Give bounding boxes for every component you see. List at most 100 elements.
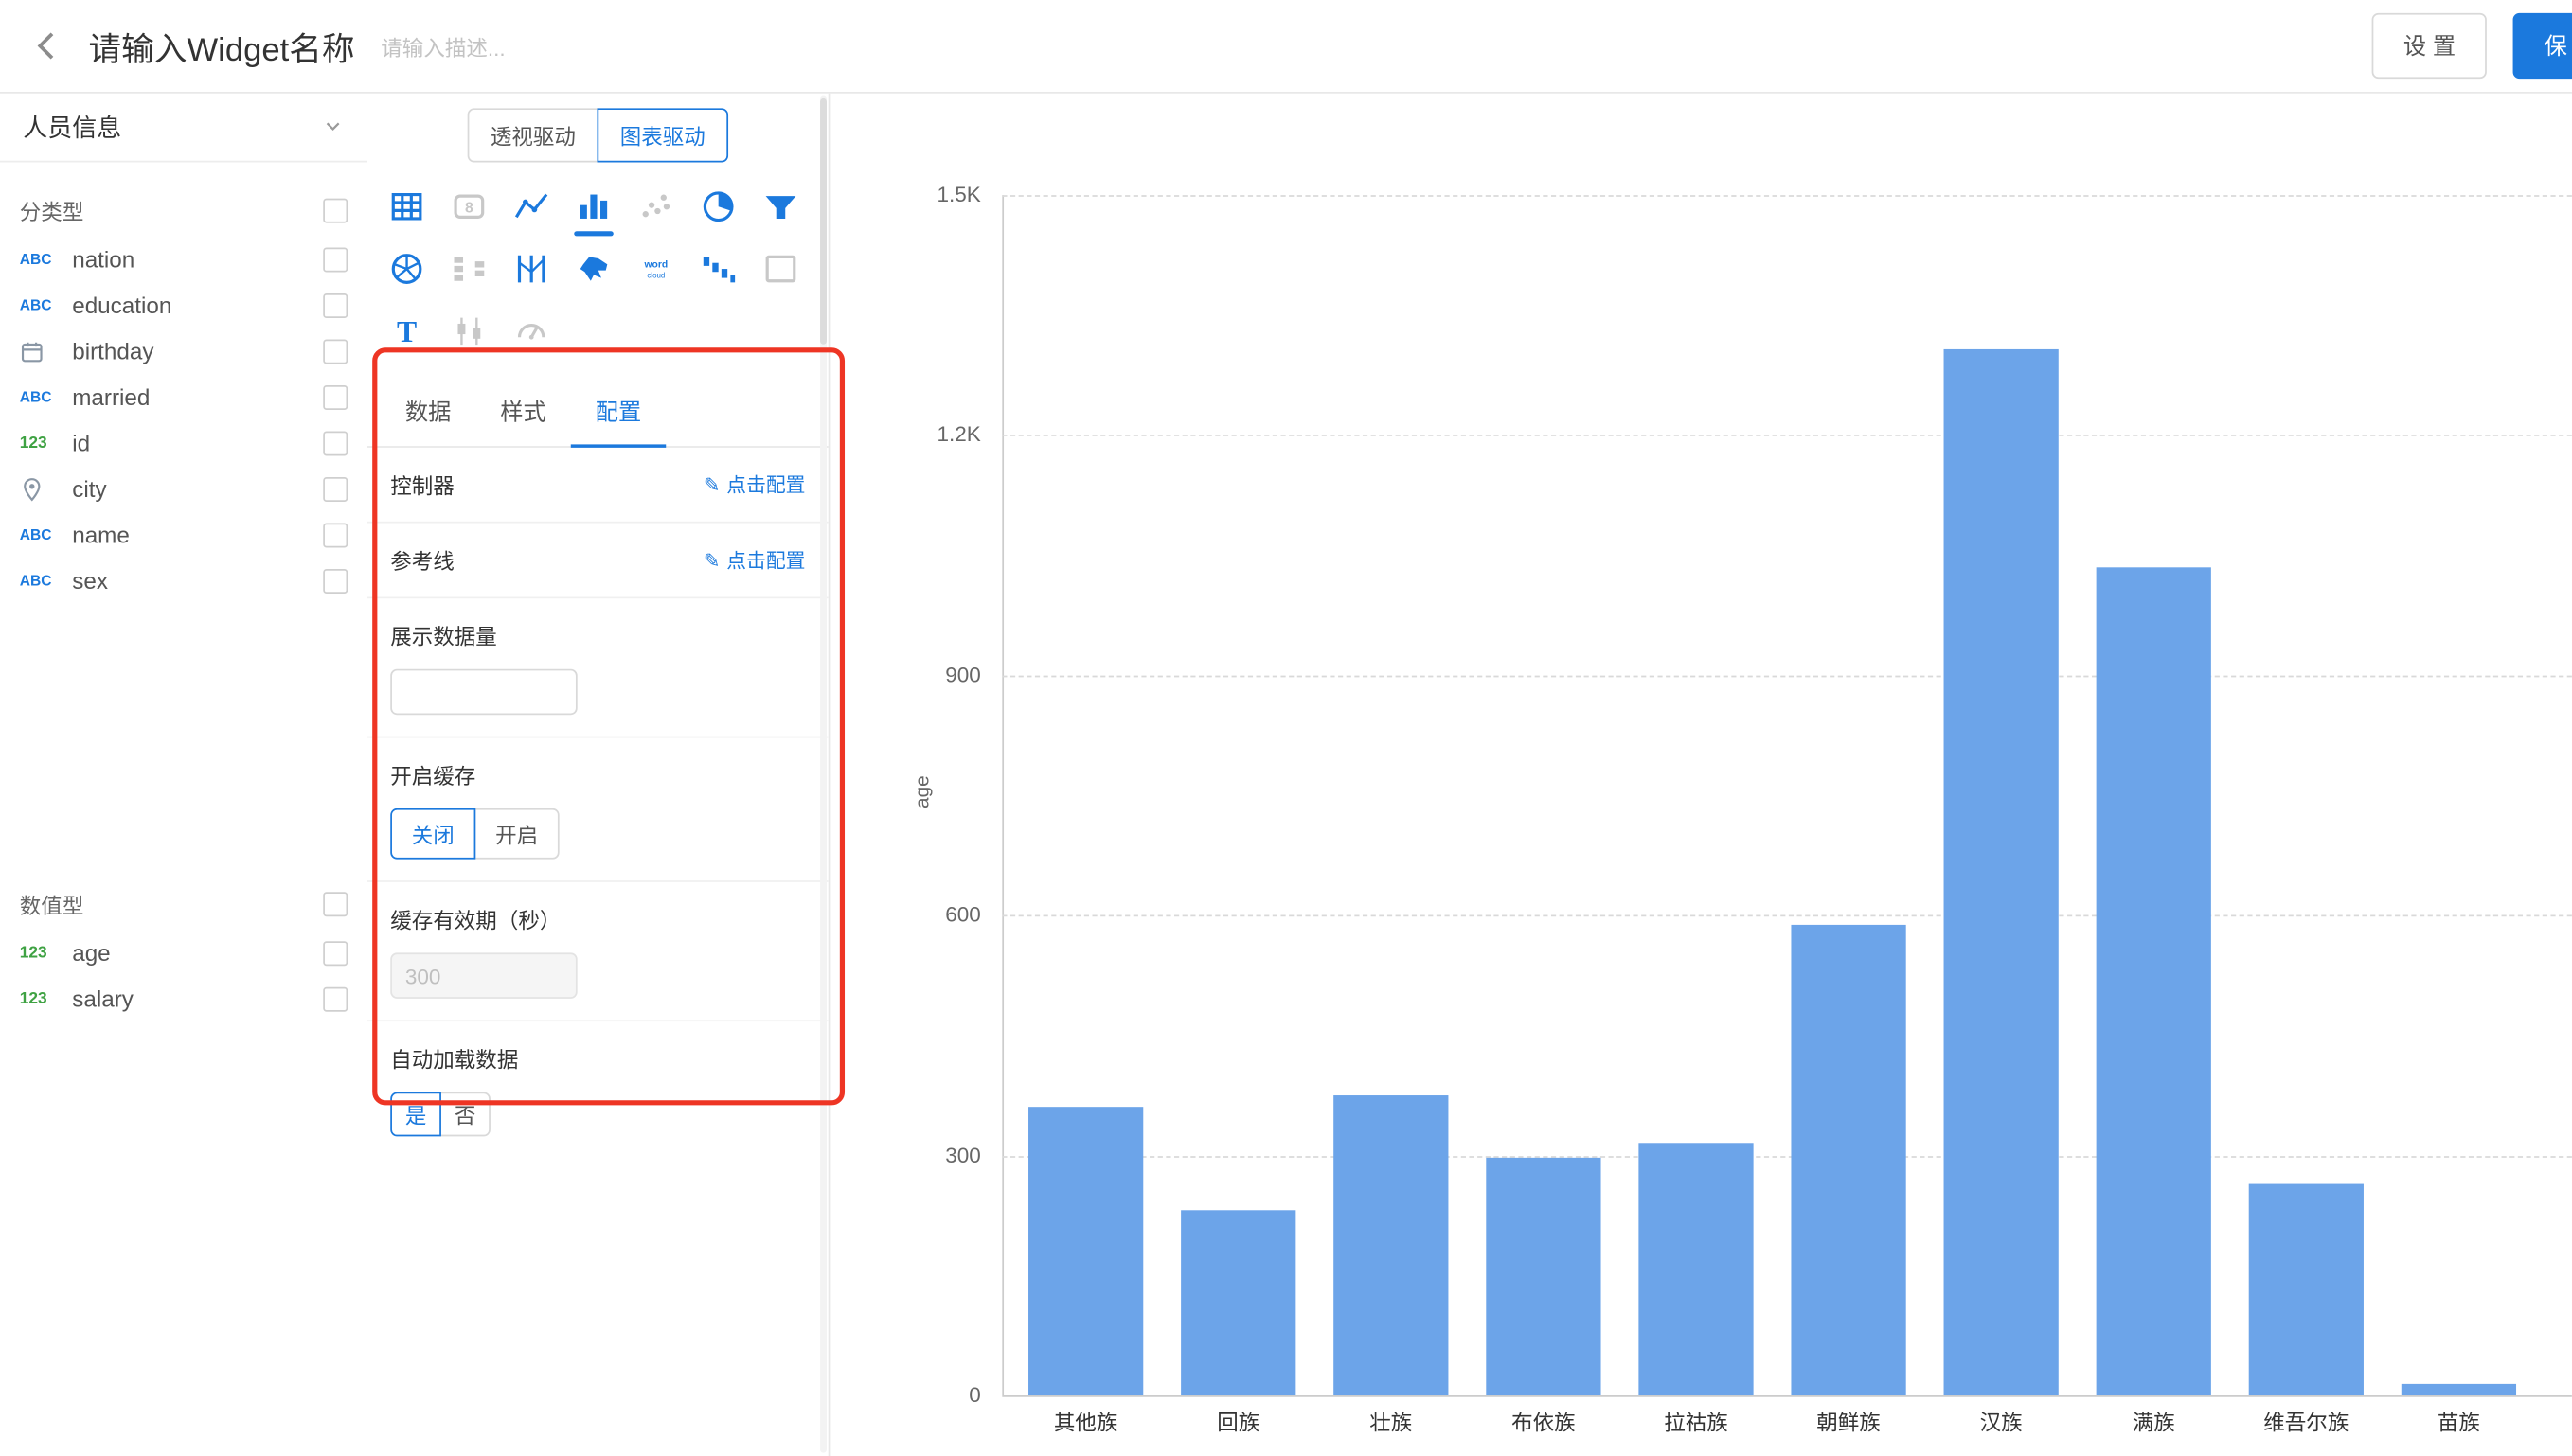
rose-chart-icon[interactable] — [376, 238, 438, 300]
map-icon[interactable] — [563, 238, 625, 300]
table-icon[interactable] — [376, 175, 438, 238]
cache-row: 开启缓存 关闭 开启 — [367, 737, 829, 881]
numeric-type-icon: 123 — [20, 989, 72, 1007]
section-checkbox[interactable] — [323, 892, 348, 916]
widget-name-input[interactable]: 请输入Widget名称 — [89, 22, 355, 69]
candlestick-icon[interactable] — [438, 300, 500, 363]
field-item-education[interactable]: ABCeducation — [0, 282, 367, 328]
bar-chart-icon[interactable] — [563, 175, 625, 238]
data-limit-input[interactable] — [390, 669, 577, 715]
tab-样式[interactable]: 样式 — [475, 379, 570, 448]
field-name: city — [72, 475, 323, 502]
field-name: salary — [72, 985, 323, 1012]
field-checkbox[interactable] — [323, 940, 348, 965]
funnel-icon[interactable] — [750, 175, 813, 238]
bar-其他族[interactable] — [1028, 1107, 1143, 1395]
chart-type-grid: 8 word cloud T — [367, 162, 829, 365]
gridline — [1002, 195, 2572, 197]
bar-汉族[interactable] — [1944, 349, 2059, 1395]
tab-数据[interactable]: 数据 — [381, 379, 475, 448]
field-item-name[interactable]: ABCname — [0, 511, 367, 557]
bar-满族[interactable] — [2097, 567, 2211, 1395]
y-tick-label: 600 — [879, 902, 980, 927]
x-tick-label: 回族 — [1163, 1405, 1313, 1436]
bar-拉祜族[interactable] — [1638, 1143, 1753, 1395]
topbar: 请输入Widget名称 请输入描述... 设 置 保 存 — [0, 0, 2572, 94]
sankey-icon[interactable] — [438, 238, 500, 300]
scrollbar[interactable] — [820, 95, 827, 1452]
save-button[interactable]: 保 存 — [2513, 13, 2572, 79]
field-checkbox[interactable] — [323, 293, 348, 317]
section-checkbox[interactable] — [323, 199, 348, 223]
x-tick-label: 布依族 — [1468, 1405, 1618, 1436]
dataset-selector[interactable]: 人员信息 — [0, 92, 367, 162]
drive-mode-toggle: 透视驱动 图表驱动 — [367, 108, 829, 162]
reference-line-configure-link[interactable]: ✎ 点击配置 — [704, 546, 806, 574]
field-name: nation — [72, 246, 323, 273]
bar-维吾尔族[interactable] — [2249, 1184, 2364, 1395]
gridline — [1002, 675, 2572, 677]
back-button[interactable] — [27, 25, 69, 67]
tab-配置[interactable]: 配置 — [571, 379, 666, 448]
cache-off-button[interactable]: 关闭 — [390, 808, 475, 860]
bar-朝鲜族[interactable] — [1791, 925, 1905, 1395]
reference-line-row: 参考线 ✎ 点击配置 — [367, 524, 829, 599]
screenshot-viewport: 请输入Widget名称 请输入描述... 设 置 保 存 人员信息 分类型ABC… — [0, 0, 2572, 1456]
x-tick-label: 壮族 — [1315, 1405, 1466, 1436]
abc-type-icon: ABC — [20, 389, 72, 405]
waterfall-icon[interactable] — [688, 238, 750, 300]
scorecard-icon[interactable]: 8 — [438, 175, 500, 238]
field-name: age — [72, 939, 323, 966]
settings-button[interactable]: 设 置 — [2372, 13, 2487, 79]
line-chart-icon[interactable] — [500, 175, 563, 238]
widget-description-input[interactable]: 请输入描述... — [381, 30, 505, 62]
x-tick-label: 满族 — [2079, 1405, 2229, 1436]
bar-回族[interactable] — [1181, 1210, 1295, 1395]
chevron-down-icon — [321, 115, 344, 137]
field-checkbox[interactable] — [323, 986, 348, 1011]
svg-text:word: word — [644, 259, 669, 270]
config-body: 控制器 ✎ 点击配置 参考线 ✎ 点击配置 展示数据量 开启缓存 — [367, 448, 829, 1158]
iframe-icon[interactable] — [750, 238, 813, 300]
field-item-birthday[interactable]: birthday — [0, 328, 367, 373]
scrollbar-thumb[interactable] — [820, 98, 827, 345]
gauge-icon[interactable] — [500, 300, 563, 363]
gridline — [1002, 1155, 2572, 1157]
field-section: 分类型ABCnationABCeducationbirthdayABCmarri… — [0, 186, 367, 604]
scatter-icon[interactable] — [625, 175, 688, 238]
autoload-yes-button[interactable]: 是 — [390, 1092, 441, 1137]
pivot-drive-button[interactable]: 透视驱动 — [468, 108, 599, 162]
bar-苗族[interactable] — [2402, 1384, 2516, 1395]
bar-布依族[interactable] — [1486, 1158, 1600, 1395]
field-checkbox[interactable] — [323, 384, 348, 409]
field-item-age[interactable]: 123age — [0, 930, 367, 975]
field-item-id[interactable]: 123id — [0, 419, 367, 465]
abc-type-icon: ABC — [20, 573, 72, 589]
pie-chart-icon[interactable] — [688, 175, 750, 238]
wordcloud-icon[interactable]: word cloud — [625, 238, 688, 300]
field-checkbox[interactable] — [323, 431, 348, 455]
chart-drive-button[interactable]: 图表驱动 — [597, 108, 728, 162]
controller-configure-link[interactable]: ✎ 点击配置 — [704, 471, 806, 498]
field-checkbox[interactable] — [323, 568, 348, 593]
field-item-married[interactable]: ABCmarried — [0, 374, 367, 419]
field-item-nation[interactable]: ABCnation — [0, 236, 367, 281]
field-item-city[interactable]: city — [0, 466, 367, 511]
text-icon[interactable]: T — [376, 300, 438, 363]
field-checkbox[interactable] — [323, 476, 348, 501]
autoload-row: 自动加载数据 是 否 — [367, 1021, 829, 1158]
field-item-salary[interactable]: 123salary — [0, 976, 367, 1021]
pencil-icon: ✎ — [704, 548, 720, 571]
field-checkbox[interactable] — [323, 523, 348, 547]
svg-text:cloud: cloud — [647, 272, 665, 280]
autoload-no-button[interactable]: 否 — [439, 1092, 491, 1137]
field-checkbox[interactable] — [323, 247, 348, 272]
field-name: education — [72, 292, 323, 318]
field-checkbox[interactable] — [323, 339, 348, 364]
field-item-sex[interactable]: ABCsex — [0, 558, 367, 603]
bar-壮族[interactable] — [1333, 1095, 1448, 1395]
cache-on-button[interactable]: 开启 — [474, 808, 560, 860]
gridline — [1002, 435, 2572, 437]
parallel-icon[interactable] — [500, 238, 563, 300]
x-tick-label: 汉族 — [1925, 1405, 2076, 1436]
